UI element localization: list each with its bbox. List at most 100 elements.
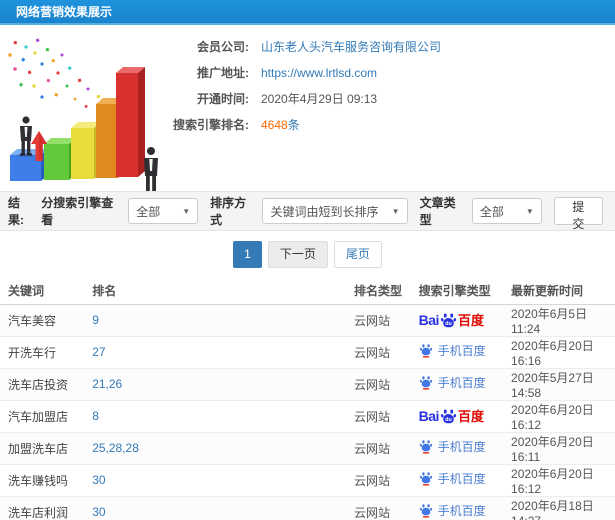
search-engine-cell: 手机百度: [410, 496, 504, 520]
baidu-du-text: 百度: [457, 408, 484, 424]
company-label: 会员公司:: [197, 40, 249, 54]
search-engine-cell: 手机百度: [410, 336, 504, 369]
table-row: 加盟洗车店 25,28,28 云网站 手机百度 2020年6月20日 16:11: [0, 432, 615, 465]
info-row-rank: 搜索引擎排名: 4648条: [155, 116, 441, 133]
column-header: 最新更新时间: [503, 278, 615, 305]
table-body: 汽车美容 9 云网站 Bai du 百度 2020年6月5日 11:24 开洗车…: [0, 304, 615, 520]
rank-type-cell: 云网站: [345, 400, 411, 433]
rank-type-cell: 云网站: [345, 432, 411, 465]
sort-label: 排序方式: [210, 196, 247, 227]
article-type-select[interactable]: 全部 ▼: [471, 198, 542, 224]
article-type-label: 文章类型: [419, 196, 456, 227]
rank-link[interactable]: 9: [84, 304, 346, 337]
info-row-company: 会员公司: 山东老人头汽车服务咨询有限公司: [155, 38, 441, 55]
column-header: 搜索引擎类型: [410, 278, 504, 305]
rank-link[interactable]: 25,28,28: [84, 432, 346, 465]
engine-filter-label: 分搜索引擎查看: [41, 196, 114, 227]
mobile-baidu-logo: 手机百度: [419, 471, 486, 486]
rank-type-cell: 云网站: [345, 368, 411, 401]
keyword-cell: 洗车赚钱吗: [0, 464, 85, 497]
rank-type-cell: 云网站: [345, 496, 411, 520]
baidu-paw-icon: du: [440, 409, 457, 423]
filter-controls: 分搜索引擎查看 全部 ▼ 排序方式 关键词由短到长排序 ▼ 文章类型 全部 ▼ …: [35, 194, 603, 231]
svg-text:du: du: [445, 416, 451, 422]
rank-type-cell: 云网站: [345, 464, 411, 497]
page-number-current[interactable]: 1: [233, 241, 262, 268]
rank-link[interactable]: 30: [84, 464, 346, 497]
update-time-cell: 2020年6月20日 16:12: [503, 400, 615, 433]
search-engine-cell: 手机百度: [410, 432, 504, 465]
mobile-baidu-text: 手机百度: [437, 471, 486, 486]
info-row-url: 推广地址: https://www.lrtlsd.com: [155, 64, 441, 81]
sort-select[interactable]: 关键词由短到长排序 ▼: [262, 198, 408, 224]
keyword-cell: 洗车店利润: [0, 496, 85, 520]
results-table: 关键词 排名 排名类型 搜索引擎类型 最新更新时间 汽车美容 9 云网站 Bai du …: [0, 278, 615, 520]
engine-filter-value: 全部: [136, 204, 161, 219]
rank-type-cell: 云网站: [345, 304, 411, 337]
rank-link[interactable]: 8: [84, 400, 346, 433]
search-engine-cell: Bai du 百度: [410, 304, 504, 337]
submit-button[interactable]: 提交: [553, 197, 603, 231]
mobile-baidu-logo: 手机百度: [419, 343, 486, 358]
baidu-du-text: 百度: [457, 312, 484, 328]
search-engine-cell: 手机百度: [410, 368, 504, 401]
search-engine-cell: 手机百度: [410, 464, 504, 497]
keyword-cell: 开洗车行: [0, 336, 85, 369]
engine-filter-select[interactable]: 全部 ▼: [128, 198, 199, 224]
open-time-value: 2020年4月29日 09:13: [261, 92, 378, 106]
table-header-row: 关键词 排名 排名类型 搜索引擎类型 最新更新时间: [0, 278, 615, 305]
mobile-baidu-paw-icon: [419, 440, 432, 454]
promotion-url-link[interactable]: https://www.lrtlsd.com: [261, 66, 377, 80]
keyword-cell: 洗车店投资: [0, 368, 85, 401]
page-title: 网络营销效果展示: [0, 0, 615, 25]
mobile-baidu-text: 手机百度: [437, 343, 486, 358]
filter-band: 结果: 分搜索引擎查看 全部 ▼ 排序方式 关键词由短到长排序 ▼ 文章类型 全…: [0, 191, 615, 231]
last-page-button[interactable]: 尾页: [333, 241, 382, 268]
article-type-value: 全部: [479, 204, 504, 219]
mobile-baidu-logo: 手机百度: [419, 375, 486, 390]
keyword-cell: 加盟洗车店: [0, 432, 85, 465]
mobile-baidu-logo: 手机百度: [419, 439, 486, 454]
update-time-cell: 2020年6月5日 11:24: [503, 304, 615, 337]
update-time-cell: 2020年6月20日 16:11: [503, 432, 615, 465]
engine-rank-label: 搜索引擎排名:: [173, 118, 249, 132]
table-row: 洗车店利润 30 云网站 手机百度 2020年6月18日 14:27: [0, 496, 615, 520]
keyword-cell: 汽车美容: [0, 304, 85, 337]
column-header: 关键词: [0, 278, 85, 305]
mobile-baidu-paw-icon: [419, 472, 432, 486]
chevron-down-icon: ▼: [525, 206, 534, 216]
rank-link[interactable]: 21,26: [84, 368, 346, 401]
result-label: 结果:: [8, 196, 24, 227]
company-link[interactable]: 山东老人头汽车服务咨询有限公司: [261, 38, 441, 55]
rank-link[interactable]: 27: [84, 336, 346, 369]
rank-link[interactable]: 30: [84, 496, 346, 520]
update-time-cell: 2020年6月18日 14:27: [503, 496, 615, 520]
mobile-baidu-paw-icon: [419, 344, 432, 358]
rank-unit: 条: [287, 118, 300, 132]
decorative-chart-image: [8, 38, 158, 191]
baidu-pc-logo: Bai du 百度: [419, 408, 484, 425]
engine-rank-value: 4648条: [261, 116, 300, 133]
page: 网络营销效果展示 会员公司: 山东老人头汽车服务咨询有限公司 推广地址: htt…: [0, 0, 615, 520]
column-header: 排名类型: [345, 278, 411, 305]
open-time-label: 开通时间:: [197, 92, 249, 106]
keyword-cell: 汽车加盟店: [0, 400, 85, 433]
update-time-cell: 2020年6月20日 16:16: [503, 336, 615, 369]
svg-text:du: du: [445, 320, 451, 326]
update-time-cell: 2020年6月20日 16:12: [503, 464, 615, 497]
baidu-paw-icon: du: [440, 313, 457, 327]
info-row-open-time: 开通时间: 2020年4月29日 09:13: [155, 90, 441, 107]
mobile-baidu-logo: 手机百度: [419, 503, 486, 518]
chevron-down-icon: ▼: [182, 206, 191, 216]
table-row: 汽车加盟店 8 云网站 Bai du 百度 2020年6月20日 16:12: [0, 400, 615, 433]
promotion-url-label: 推广地址:: [197, 66, 249, 80]
mobile-baidu-text: 手机百度: [437, 503, 486, 518]
mobile-baidu-text: 手机百度: [437, 439, 486, 454]
update-time-cell: 2020年5月27日 14:58: [503, 368, 615, 401]
baidu-bai-text: Bai: [418, 312, 440, 328]
next-page-button[interactable]: 下一页: [267, 241, 328, 268]
table-row: 洗车赚钱吗 30 云网站 手机百度 2020年6月20日 16:12: [0, 464, 615, 497]
column-header: 排名: [84, 278, 346, 305]
pagination: 1 下一页 尾页: [0, 231, 615, 278]
mobile-baidu-text: 手机百度: [437, 375, 486, 390]
